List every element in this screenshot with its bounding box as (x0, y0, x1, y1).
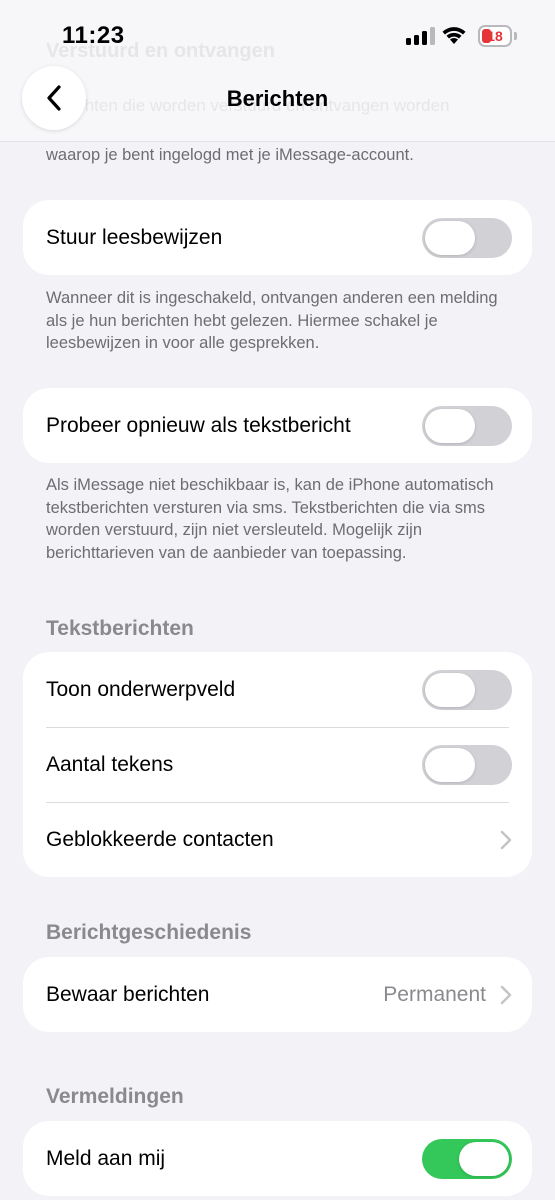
read-receipts-toggle[interactable] (422, 217, 512, 258)
battery-level: 18 (487, 28, 503, 44)
char-count-toggle[interactable] (422, 744, 512, 785)
text-messages-card: Toon onderwerpveld Aantal tekens Geblokk… (23, 652, 532, 877)
cellular-signal-icon (406, 27, 435, 45)
send-as-sms-footnote: Als iMessage niet beschikbaar is, kan de… (46, 476, 494, 562)
notify-me-label: Meld aan mij (46, 1146, 166, 1170)
send-as-sms-label: Probeer opnieuw als tekstbericht (46, 413, 351, 437)
notify-me-row: Meld aan mij (23, 1121, 532, 1196)
battery-icon: 18 (478, 25, 512, 47)
page-title: Berichten (226, 86, 329, 111)
imessage-account-footnote: waarop je bent ingelogd met je iMessage-… (46, 146, 414, 164)
send-as-sms-row: Probeer opnieuw als tekstbericht (23, 388, 532, 463)
chevron-right-icon (500, 830, 512, 849)
status-bar: 11:23 18 (0, 0, 555, 70)
char-count-label: Aantal tekens (46, 752, 174, 776)
status-time: 11:23 (62, 22, 125, 49)
read-receipts-row: Stuur leesbewijzen (23, 200, 532, 275)
read-receipts-card: Stuur leesbewijzen (23, 200, 532, 275)
chevron-right-icon (500, 985, 512, 1004)
history-card: Bewaar berichten Permanent (23, 957, 532, 1032)
send-as-sms-toggle[interactable] (422, 405, 512, 446)
send-as-sms-card: Probeer opnieuw als tekstbericht (23, 388, 532, 463)
read-receipts-footnote: Wanneer dit is ingeschakeld, ontvangen a… (46, 289, 498, 352)
show-subject-toggle[interactable] (422, 669, 512, 710)
keep-messages-label: Bewaar berichten (46, 982, 210, 1006)
keep-messages-value: Permanent (383, 982, 486, 1006)
battery-cap (514, 32, 517, 40)
char-count-row: Aantal tekens (23, 727, 532, 802)
mentions-header: Vermeldingen (46, 1085, 184, 1108)
wifi-icon (442, 27, 466, 44)
blocked-contacts-label: Geblokkeerde contacten (46, 827, 274, 851)
show-subject-label: Toon onderwerpveld (46, 677, 236, 701)
notify-me-toggle[interactable] (422, 1138, 512, 1179)
keep-messages-row[interactable]: Bewaar berichten Permanent (23, 957, 532, 1032)
show-subject-row: Toon onderwerpveld (23, 652, 532, 727)
read-receipts-label: Stuur leesbewijzen (46, 225, 223, 249)
mentions-card: Meld aan mij (23, 1121, 532, 1196)
blocked-contacts-row[interactable]: Geblokkeerde contacten (23, 802, 532, 877)
history-header: Berichtgeschiedenis (46, 921, 252, 944)
text-messages-header: Tekstberichten (46, 617, 194, 640)
